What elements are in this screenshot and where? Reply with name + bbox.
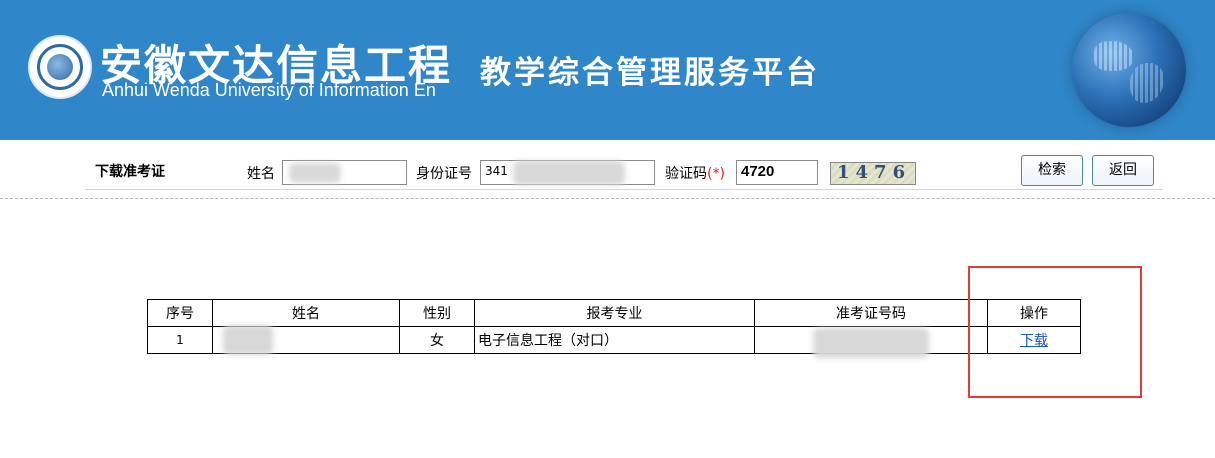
divider <box>0 198 1215 199</box>
name-redaction <box>289 163 341 183</box>
back-button[interactable]: 返回 <box>1092 155 1154 186</box>
row-ticket-number <box>754 326 988 358</box>
admission-ticket-table: 序号 姓名 性别 报考专业 准考证号码 操作 1 女 电子信息工程（对口） 下载 <box>147 299 1081 358</box>
row-major: 电子信息工程（对口） <box>474 326 755 354</box>
id-label: 身份证号 <box>416 166 472 182</box>
id-redaction <box>513 161 625 185</box>
table-header-row: 序号 姓名 性别 报考专业 准考证号码 操作 <box>147 299 1081 327</box>
row-index: 1 <box>147 326 213 354</box>
required-mark: (*) <box>707 166 725 182</box>
col-ticket-header: 准考证号码 <box>754 299 988 327</box>
table-row: 1 女 电子信息工程（对口） 下载 <box>147 325 1081 358</box>
col-major-header: 报考专业 <box>474 299 755 327</box>
school-name-en: Anhui Wenda University of Information En <box>102 80 436 100</box>
captcha-input[interactable]: 4720 <box>736 160 818 185</box>
col-gender-header: 性别 <box>399 299 475 327</box>
captcha-image[interactable]: 1476 <box>830 162 916 185</box>
row-ticket-redaction <box>813 328 929 358</box>
section-title: 下载准考证 <box>95 164 165 180</box>
highlight-box <box>968 266 1142 398</box>
platform-title: 教学综合管理服务平台 <box>480 55 820 91</box>
captcha-label: 验证码(*) <box>665 166 725 182</box>
row-name-redaction <box>223 325 273 355</box>
globe-icon <box>1072 13 1186 127</box>
row-gender: 女 <box>399 326 475 354</box>
university-seal-icon <box>28 35 92 99</box>
row-name <box>212 325 400 355</box>
header-banner: 安徽文达信息工程 Anhui Wenda University of Infor… <box>0 0 1215 140</box>
search-button[interactable]: 检索 <box>1021 155 1083 186</box>
col-index-header: 序号 <box>147 299 213 327</box>
search-bar: 下载准考证 姓名 身份证号 341 验证码(*) 4720 1476 检索 返回 <box>85 150 1163 190</box>
col-name-header: 姓名 <box>212 299 400 327</box>
name-label: 姓名 <box>247 166 275 182</box>
